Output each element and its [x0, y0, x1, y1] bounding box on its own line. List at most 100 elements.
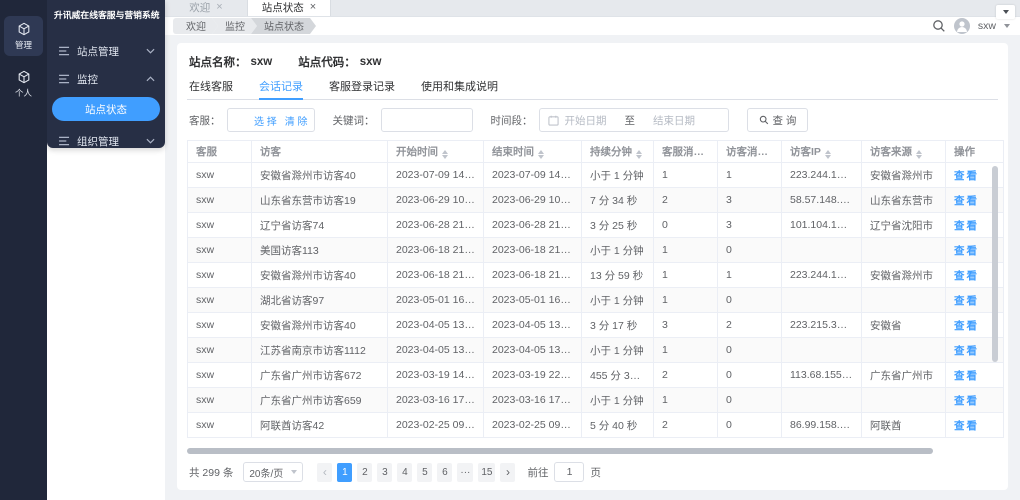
rail-item-personal[interactable]: 个人 [4, 64, 43, 104]
page-button-6[interactable]: 6 [437, 462, 453, 482]
table-cell: 2023-03-19 22:17:10 [483, 362, 582, 388]
table-cell: 7 分 34 秒 [581, 187, 654, 213]
table-cell [781, 337, 862, 363]
table-row: sxw湖北省访客972023-05-01 16:46:362023-05-01 … [187, 287, 1004, 313]
table-cell: 0 [717, 362, 782, 388]
sort-icon[interactable] [636, 150, 642, 159]
table-cell: sxw [187, 362, 252, 388]
page-unit-label: 页 [590, 466, 601, 479]
goto-page-input[interactable]: 1 [554, 462, 585, 482]
next-page-button[interactable]: › [500, 462, 516, 482]
window-tab-label: 站点状态 [261, 2, 304, 15]
submenu-item-site-status[interactable]: 站点状态 [52, 97, 160, 121]
list-icon [59, 136, 70, 146]
page-button-4[interactable]: 4 [397, 462, 413, 482]
column-header[interactable]: 持续分钟 [581, 140, 654, 163]
close-icon[interactable]: × [216, 2, 222, 13]
column-header[interactable]: 访客IP [781, 140, 862, 163]
table-cell [861, 237, 946, 263]
date-range-input[interactable]: 开始日期 至 结束日期 [538, 108, 729, 132]
table-cell [861, 287, 946, 313]
table-cell: sxw [187, 162, 252, 188]
breadcrumb-chip[interactable]: 监控 [212, 18, 257, 34]
window-tab[interactable]: 站点状态 × [248, 0, 331, 16]
page-button-3[interactable]: 3 [377, 462, 393, 482]
page-button-5[interactable]: 5 [417, 462, 433, 482]
horizontal-scrollbar[interactable] [187, 448, 998, 454]
table-cell: 2023-04-05 13:05:54 [387, 312, 484, 338]
sidebar-flyout: 升讯威在线客服与营销系统 站点管理 监控 站点状态 组织管理 [42, 0, 165, 149]
tab-会话记录[interactable]: 会话记录 [259, 78, 303, 100]
table-cell [861, 387, 946, 413]
user-menu-caret-icon[interactable] [1004, 23, 1010, 28]
select-agent-link[interactable]: 选 择 [254, 113, 277, 128]
start-date-placeholder[interactable]: 开始日期 [565, 113, 607, 128]
sort-icon[interactable] [772, 150, 778, 159]
page-button-2[interactable]: 2 [357, 462, 373, 482]
table-cell: 湖北省访客97 [251, 287, 388, 313]
table-cell: 安徽省滁州市 [861, 262, 946, 288]
column-header[interactable]: 访客消息 [717, 140, 782, 163]
agent-select-input[interactable]: 选 择 清 除 [226, 108, 315, 132]
tab-options-button[interactable] [996, 5, 1015, 19]
sort-icon[interactable] [442, 150, 448, 159]
column-header[interactable]: 客服消息 [653, 140, 718, 163]
tab-使用和集成说明[interactable]: 使用和集成说明 [421, 78, 498, 99]
table-cell: 0 [717, 387, 782, 413]
user-name[interactable]: sxw [978, 20, 996, 32]
content-card: 站点名称： sxw 站点代码： sxw 在线客服 会话记录 客服登录记录 使用和集成说… [177, 43, 1008, 490]
rail-item-label: 个人 [14, 88, 32, 98]
column-header[interactable]: 访客来源 [861, 140, 946, 163]
window-tab[interactable]: 欢迎 × [165, 0, 248, 16]
close-icon[interactable]: × [310, 2, 316, 13]
table-cell: 小于 1 分钟 [581, 237, 654, 263]
avatar[interactable] [953, 17, 970, 34]
column-header[interactable]: 结束时间 [483, 140, 582, 163]
page-button-1[interactable]: 1 [337, 462, 353, 482]
table-cell: 安徽省滁州市访客40 [251, 262, 388, 288]
site-code-label: 站点代码： [298, 57, 356, 69]
clear-agent-link[interactable]: 清 除 [285, 113, 308, 128]
table-cell: 2 [653, 187, 718, 213]
page-button-15[interactable]: 15 [478, 462, 496, 482]
tab-客服登录记录[interactable]: 客服登录记录 [329, 78, 395, 99]
table-cell: 广东省广州市访客672 [251, 362, 388, 388]
breadcrumb-chip[interactable]: 欢迎 [173, 18, 218, 34]
menu-item[interactable]: 站点管理 [47, 43, 165, 59]
menu-item-label: 组织管理 [77, 135, 119, 148]
sort-icon[interactable] [538, 150, 544, 159]
table-cell: 安徽省滁州市访客40 [251, 162, 388, 188]
table-cell: 阿联酋 [861, 412, 946, 438]
end-date-placeholder[interactable]: 结束日期 [653, 113, 695, 128]
rail-item-management[interactable]: 管理 [4, 16, 43, 56]
sort-icon[interactable] [824, 150, 831, 159]
table-cell: 小于 1 分钟 [581, 287, 654, 313]
table-cell: 广东省广州市 [861, 362, 946, 388]
table-cell: 2023-05-01 16:46:36 [387, 287, 484, 313]
table-cell: 0 [653, 212, 718, 238]
table-cell: 2023-06-28 21:16:27 [483, 212, 582, 238]
pager-ellipsis[interactable]: ··· [457, 462, 474, 482]
page-size-select[interactable]: 20条/页 [243, 462, 304, 482]
sort-icon[interactable] [916, 150, 922, 159]
menu-item[interactable]: 监控 [47, 71, 165, 87]
table-cell: sxw [187, 412, 252, 438]
vertical-scrollbar[interactable] [992, 164, 998, 440]
search-button[interactable]: 查 询 [746, 108, 809, 132]
table-cell: 辽宁省访客74 [251, 212, 388, 238]
search-icon[interactable] [932, 19, 946, 33]
prev-page-button[interactable]: ‹ [317, 462, 333, 482]
table-row: sxw山东省东营市访客192023-06-29 10:40:482023-06-… [187, 187, 1004, 213]
keyword-input[interactable] [380, 108, 473, 132]
tab-在线客服[interactable]: 在线客服 [189, 78, 233, 99]
table-cell: 223.244.155.154 [781, 262, 862, 288]
menu-item[interactable]: 组织管理 [47, 133, 165, 149]
pagination: 共 299 条 20条/页 ‹ 1 2 3 4 5 6 ··· 15 › 前往 1 页 [189, 462, 998, 482]
table-cell: 113.68.155.17 [781, 362, 862, 388]
column-header[interactable]: 开始时间 [387, 140, 484, 163]
breadcrumb-chip[interactable]: 站点状态 [251, 18, 316, 34]
sort-icon[interactable] [708, 150, 714, 159]
pager: ‹ 1 2 3 4 5 6 ··· 15 › [317, 462, 516, 482]
chevron-down-icon [291, 470, 298, 474]
table-cell: sxw [187, 337, 252, 363]
